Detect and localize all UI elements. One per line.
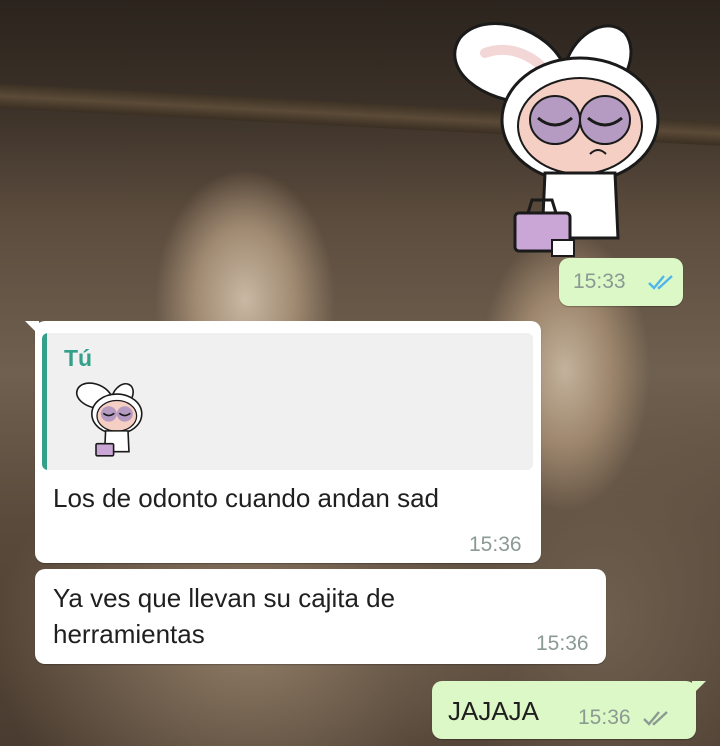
sticker-message-meta: 15:33 <box>559 258 683 306</box>
quoted-author: Tú <box>64 345 93 371</box>
message-text-line-1: Ya ves que llevan su cajita de <box>53 583 396 613</box>
quoted-message[interactable]: Tú <box>42 333 533 470</box>
message-time: 15:36 <box>469 533 522 556</box>
quote-accent-bar <box>42 333 47 470</box>
bunny-sticker[interactable] <box>440 8 665 270</box>
message-text: JAJAJA <box>448 696 540 726</box>
bubble-tail <box>25 321 39 335</box>
message-text-line-2: herramientas <box>53 619 205 649</box>
message-time: 15:33 <box>573 270 626 293</box>
message-time: 15:36 <box>578 706 631 729</box>
double-check-icon <box>648 275 673 290</box>
bubble-tail <box>692 681 706 695</box>
message-text: Los de odonto cuando andan sad <box>53 483 440 513</box>
quoted-bunny-sticker <box>76 382 143 457</box>
double-check-icon <box>643 711 668 726</box>
message-time: 15:36 <box>536 632 589 655</box>
